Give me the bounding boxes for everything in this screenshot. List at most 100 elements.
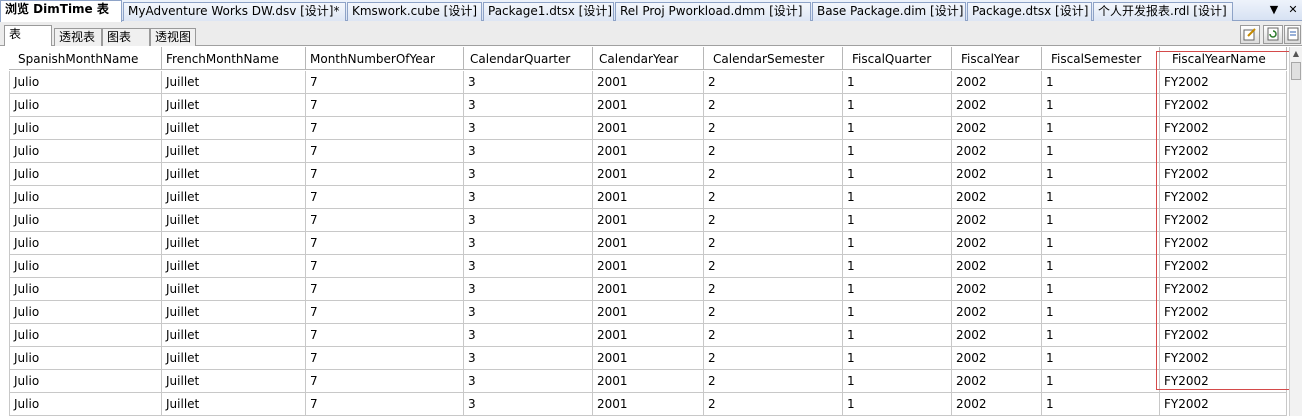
table-cell[interactable]: 2002 [952, 140, 1042, 163]
table-cell[interactable]: Juillet [162, 324, 306, 347]
table-cell[interactable]: 1 [1042, 324, 1160, 347]
table-cell[interactable]: 1 [1042, 255, 1160, 278]
table-cell[interactable]: 2 [704, 186, 843, 209]
table-cell[interactable]: Julio [9, 347, 162, 370]
refresh-icon[interactable] [1263, 25, 1283, 44]
table-cell[interactable]: 1 [843, 278, 952, 301]
table-row[interactable]: Julio Juillet 7 3 2001 2 1 2002 1 FY2002 [9, 140, 1289, 163]
table-cell[interactable]: 2 [704, 209, 843, 232]
table-cell[interactable]: 7 [306, 71, 464, 94]
table-cell[interactable]: FY2002 [1160, 255, 1287, 278]
table-cell[interactable]: 3 [464, 347, 593, 370]
table-cell[interactable]: 2 [704, 140, 843, 163]
table-cell[interactable]: Juillet [162, 117, 306, 140]
table-cell[interactable]: 3 [464, 301, 593, 324]
table-cell[interactable]: 7 [306, 324, 464, 347]
table-cell[interactable]: 1 [1042, 163, 1160, 186]
doc-tab-package1[interactable]: Package1.dtsx [设计] [483, 2, 614, 21]
table-cell[interactable]: Juillet [162, 301, 306, 324]
table-cell[interactable]: Julio [9, 301, 162, 324]
table-row[interactable]: Julio Juillet 7 3 2001 2 1 2002 1 FY2002 [9, 186, 1289, 209]
table-row[interactable]: Julio Juillet 7 3 2001 2 1 2002 1 FY2002 [9, 370, 1289, 393]
table-cell[interactable]: FY2002 [1160, 71, 1287, 94]
table-cell[interactable]: 7 [306, 163, 464, 186]
table-cell[interactable]: 7 [306, 278, 464, 301]
table-cell[interactable]: 1 [843, 186, 952, 209]
table-cell[interactable]: Julio [9, 209, 162, 232]
table-row[interactable]: Julio Juillet 7 3 2001 2 1 2002 1 FY2002 [9, 232, 1289, 255]
table-cell[interactable]: 3 [464, 278, 593, 301]
table-cell[interactable]: FY2002 [1160, 140, 1287, 163]
table-cell[interactable]: 7 [306, 370, 464, 393]
table-cell[interactable]: 1 [843, 209, 952, 232]
table-cell[interactable]: 2001 [593, 347, 704, 370]
table-cell[interactable]: 2001 [593, 209, 704, 232]
table-cell[interactable]: 1 [1042, 209, 1160, 232]
table-cell[interactable]: 2001 [593, 255, 704, 278]
table-cell[interactable]: FY2002 [1160, 278, 1287, 301]
table-cell[interactable]: 2 [704, 117, 843, 140]
table-cell[interactable]: FY2002 [1160, 117, 1287, 140]
doc-tab-dsv[interactable]: MyAdventure Works DW.dsv [设计]* [123, 2, 346, 21]
table-cell[interactable]: 2001 [593, 278, 704, 301]
doc-tab-browse-dimtime[interactable]: 浏览 DimTime 表 [0, 0, 122, 22]
vertical-scrollbar[interactable]: ▲ [1289, 47, 1302, 416]
table-cell[interactable]: 3 [464, 186, 593, 209]
edit-icon[interactable] [1240, 25, 1260, 44]
table-cell[interactable]: 7 [306, 186, 464, 209]
table-cell[interactable]: 2002 [952, 393, 1042, 416]
column-header[interactable]: FiscalYear [952, 47, 1042, 70]
table-cell[interactable]: Julio [9, 255, 162, 278]
table-cell[interactable]: 1 [843, 232, 952, 255]
table-cell[interactable]: 2002 [952, 186, 1042, 209]
table-row[interactable]: Julio Juillet 7 3 2001 2 1 2002 1 FY2002 [9, 94, 1289, 117]
export-icon[interactable] [1284, 25, 1301, 44]
table-cell[interactable]: 3 [464, 370, 593, 393]
table-cell[interactable]: 1 [1042, 140, 1160, 163]
table-cell[interactable]: 1 [1042, 347, 1160, 370]
table-cell[interactable]: Julio [9, 94, 162, 117]
doc-tab-cube[interactable]: Kmswork.cube [设计] [347, 2, 482, 21]
scroll-up-icon[interactable]: ▲ [1290, 47, 1302, 60]
table-cell[interactable]: 2002 [952, 117, 1042, 140]
table-cell[interactable]: 1 [843, 117, 952, 140]
table-cell[interactable]: 7 [306, 94, 464, 117]
table-cell[interactable]: 1 [1042, 94, 1160, 117]
table-cell[interactable]: 3 [464, 209, 593, 232]
table-cell[interactable]: 2002 [952, 347, 1042, 370]
table-cell[interactable]: 7 [306, 255, 464, 278]
tab-table[interactable]: 表 [4, 25, 52, 46]
tab-pivot-table[interactable]: 透视表 [54, 28, 102, 46]
table-cell[interactable]: 3 [464, 140, 593, 163]
doc-tab-dmm[interactable]: Rel Proj Pworkload.dmm [设计] [615, 2, 811, 21]
table-cell[interactable]: 1 [843, 255, 952, 278]
table-cell[interactable]: 2001 [593, 370, 704, 393]
table-cell[interactable]: 2002 [952, 324, 1042, 347]
table-cell[interactable]: 1 [843, 94, 952, 117]
table-cell[interactable]: FY2002 [1160, 163, 1287, 186]
table-cell[interactable]: 2001 [593, 324, 704, 347]
table-cell[interactable]: Julio [9, 163, 162, 186]
table-cell[interactable]: 2 [704, 370, 843, 393]
table-cell[interactable]: 2 [704, 71, 843, 94]
table-cell[interactable]: Juillet [162, 255, 306, 278]
table-cell[interactable]: 1 [843, 301, 952, 324]
table-cell[interactable]: 1 [843, 163, 952, 186]
table-cell[interactable]: Juillet [162, 71, 306, 94]
table-cell[interactable]: 2001 [593, 94, 704, 117]
table-cell[interactable]: FY2002 [1160, 186, 1287, 209]
table-cell[interactable]: 3 [464, 232, 593, 255]
table-cell[interactable]: 1 [1042, 71, 1160, 94]
table-cell[interactable]: Juillet [162, 347, 306, 370]
table-cell[interactable]: 2 [704, 94, 843, 117]
table-cell[interactable]: 2002 [952, 163, 1042, 186]
column-header[interactable]: SpanishMonthName [9, 47, 162, 70]
table-cell[interactable]: 3 [464, 324, 593, 347]
table-cell[interactable]: 2 [704, 301, 843, 324]
table-cell[interactable]: Julio [9, 71, 162, 94]
column-header[interactable]: CalendarQuarter [464, 47, 593, 70]
tab-list-dropdown-icon[interactable]: ▼ [1266, 1, 1282, 19]
table-row[interactable]: Julio Juillet 7 3 2001 2 1 2002 1 FY2002 [9, 278, 1289, 301]
column-header[interactable]: MonthNumberOfYear [306, 47, 464, 70]
table-cell[interactable]: FY2002 [1160, 94, 1287, 117]
